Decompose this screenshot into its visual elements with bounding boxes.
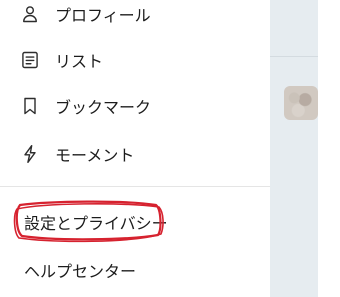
menu-item-label: モーメント bbox=[55, 146, 135, 165]
avatar bbox=[284, 86, 318, 120]
timeline-background bbox=[270, 0, 318, 297]
timeline-divider bbox=[270, 56, 318, 57]
lightning-icon bbox=[20, 144, 40, 164]
menu-item-bookmarks[interactable]: ブックマーク bbox=[0, 86, 270, 126]
menu-item-lists[interactable]: リスト bbox=[0, 40, 270, 80]
screen: プロフィール リスト ブックマーク モーメント 設定とプライバシー ヘルプセンタ… bbox=[0, 0, 340, 297]
bookmark-icon bbox=[20, 96, 40, 116]
menu-divider bbox=[0, 186, 270, 187]
menu-item-label: ブックマーク bbox=[55, 98, 152, 117]
timeline-peek bbox=[270, 0, 340, 297]
navigation-drawer: プロフィール リスト ブックマーク モーメント 設定とプライバシー ヘルプセンタ… bbox=[0, 0, 270, 297]
menu-item-profile[interactable]: プロフィール bbox=[0, 0, 270, 34]
menu-item-label: プロフィール bbox=[55, 6, 151, 25]
list-icon bbox=[20, 50, 40, 70]
person-icon bbox=[20, 4, 40, 24]
menu-item-label: リスト bbox=[55, 52, 104, 71]
help-center-link[interactable]: ヘルプセンター bbox=[24, 258, 136, 282]
settings-and-privacy-link[interactable]: 設定とプライバシー bbox=[24, 210, 168, 234]
menu-item-moments[interactable]: モーメント bbox=[0, 134, 270, 174]
